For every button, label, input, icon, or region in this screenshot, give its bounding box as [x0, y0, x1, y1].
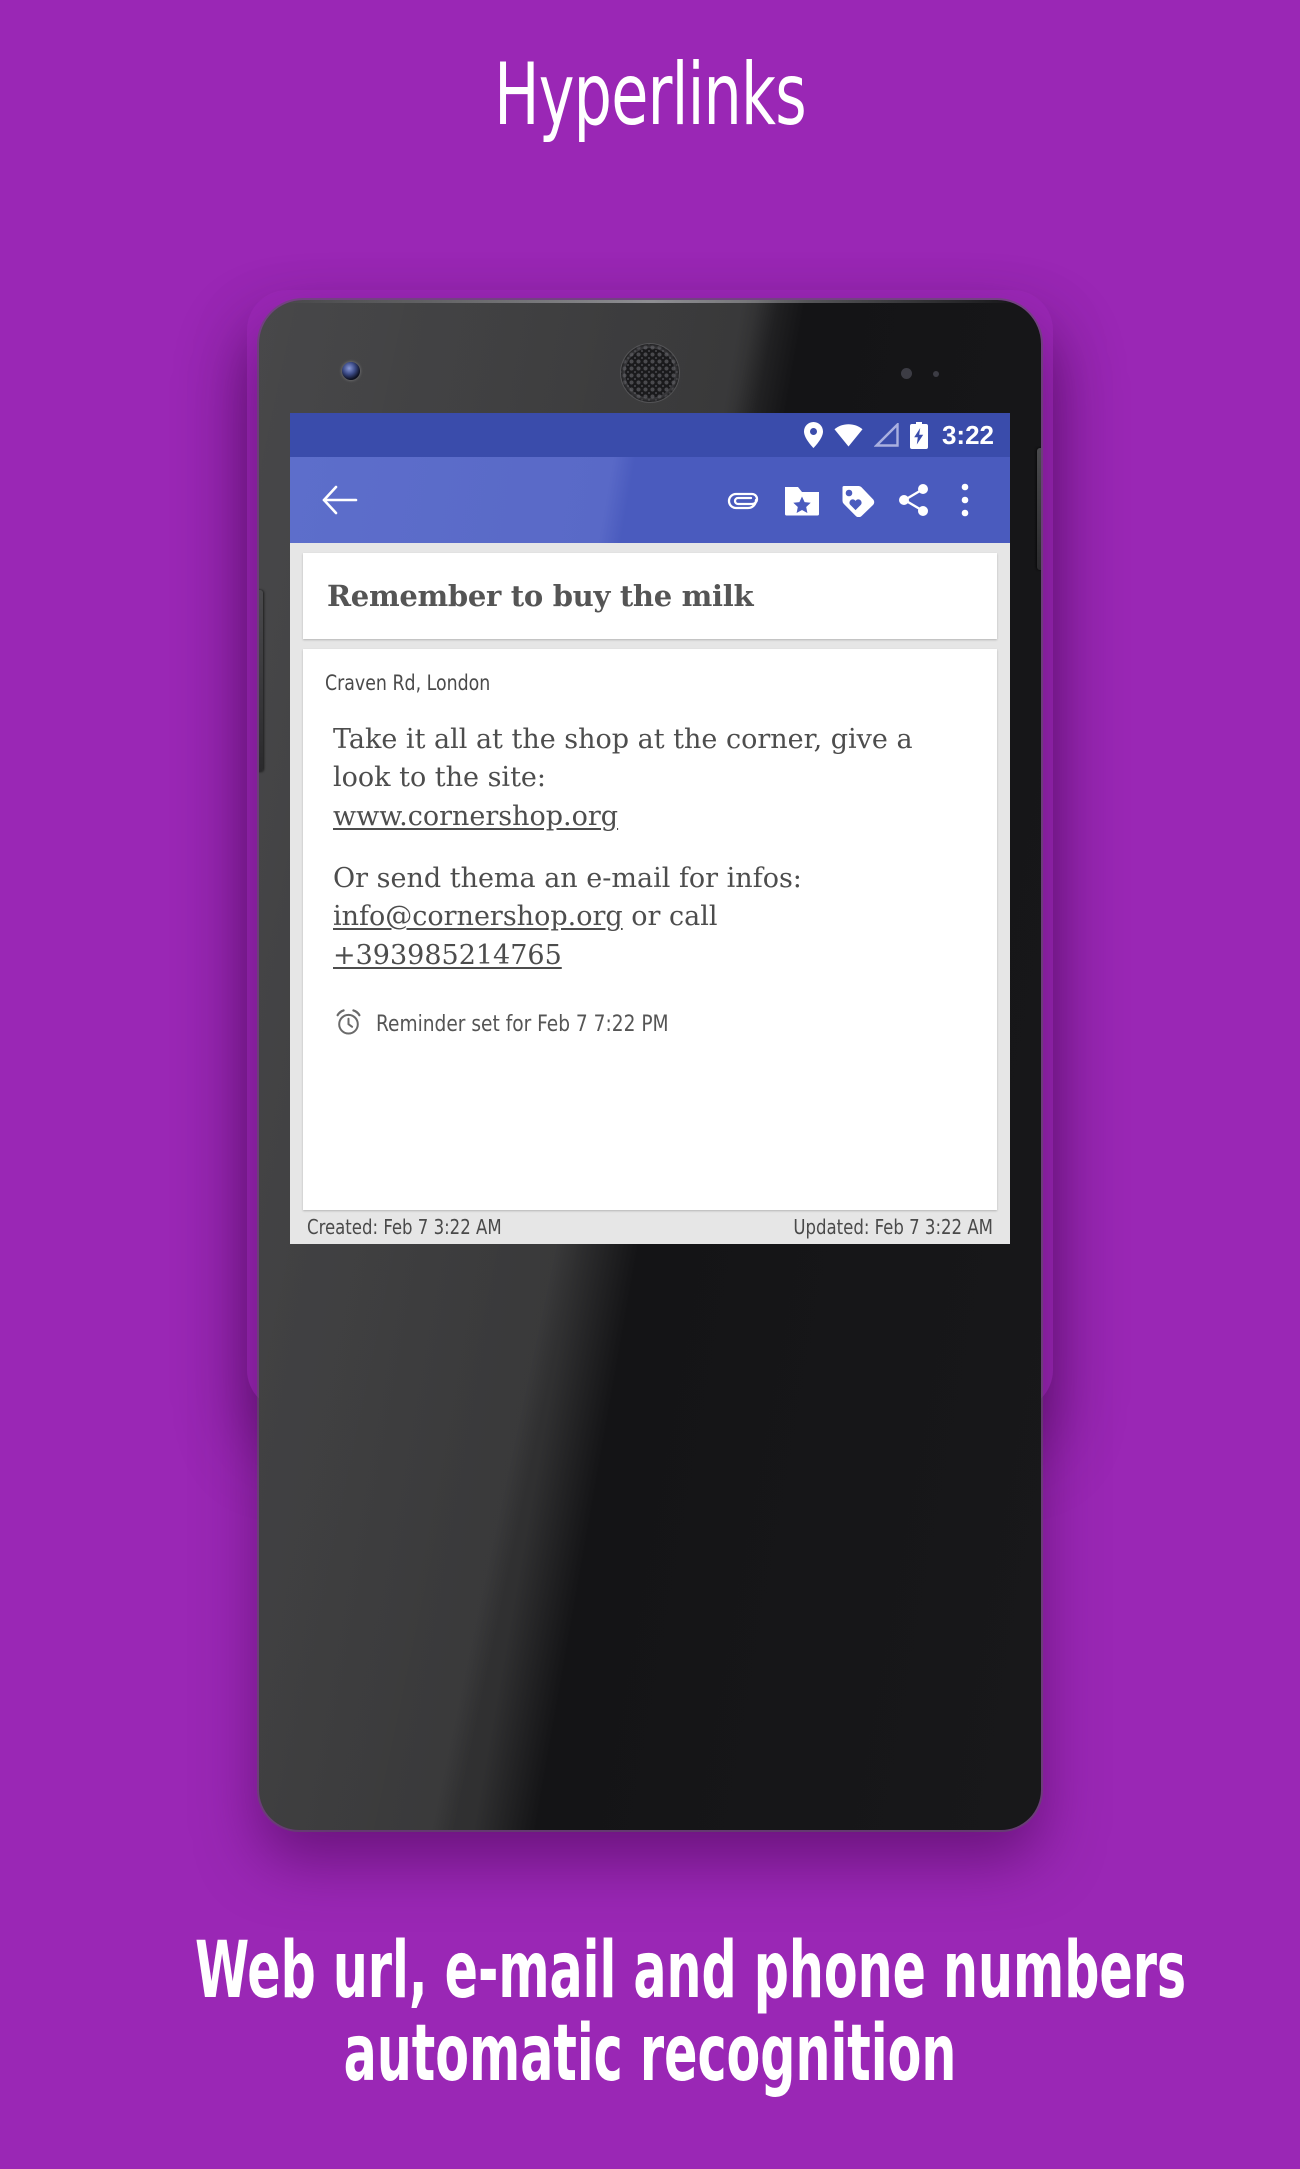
battery-charging-icon — [909, 421, 928, 449]
reminder-text: Reminder set for Feb 7 7:22 PM — [376, 1012, 669, 1038]
link-email[interactable]: info@cornershop.org — [333, 901, 623, 932]
note-text-content[interactable]: Take it all at the shop at the corner, g… — [325, 721, 975, 999]
status-bar-clock: 3:22 — [941, 419, 994, 450]
caption-line-2: automatic recognition — [343, 2009, 957, 2100]
phone-device: 3:22 Remember to buy the milk Craven Rd,… — [259, 300, 1041, 1830]
app-toolbar — [290, 457, 1010, 543]
proximity-sensor-icon — [901, 368, 953, 379]
note-body-card[interactable]: Craven Rd, London Take it all at the sho… — [303, 649, 997, 1210]
status-bar: 3:22 — [290, 413, 1010, 457]
note-area: Remember to buy the milk Craven Rd, Lond… — [290, 543, 1010, 1244]
wifi-icon — [834, 423, 863, 447]
reminder-row[interactable]: Reminder set for Feb 7 7:22 PM — [325, 1009, 975, 1041]
back-button[interactable] — [312, 472, 368, 528]
location-pin-icon — [803, 422, 823, 448]
note-title: Remember to buy the milk — [327, 579, 754, 613]
note-timestamps: Created: Feb 7 3:22 AM Updated: Feb 7 3:… — [303, 1210, 997, 1244]
link-phone[interactable]: +393985214765 — [333, 940, 562, 971]
note-paragraph-1: Take it all at the shop at the corner, g… — [333, 721, 975, 836]
paragraph-1-text: Take it all at the shop at the corner, g… — [333, 724, 913, 794]
caption-line-1: Web url, e-mail and phone numbers — [195, 1926, 1187, 2016]
phone-screen: 3:22 Remember to buy the milk Craven Rd,… — [290, 413, 1010, 1244]
note-paragraph-2: Or send thema an e-mail for infos: info@… — [333, 860, 975, 975]
earpiece-speaker-icon — [621, 344, 679, 402]
created-timestamp: Created: Feb 7 3:22 AM — [307, 1215, 502, 1239]
tag-icon[interactable] — [830, 472, 886, 528]
note-body-filler — [325, 1041, 975, 1210]
note-location: Craven Rd, London — [325, 671, 491, 695]
page-caption: Web url, e-mail and phone numbers automa… — [195, 1926, 1187, 2100]
updated-timestamp: Updated: Feb 7 3:22 AM — [793, 1215, 993, 1239]
volume-rocker-button[interactable] — [259, 590, 263, 772]
alarm-clock-icon — [335, 1009, 362, 1041]
paragraph-2-middle: or call — [622, 901, 718, 933]
attachment-icon[interactable] — [718, 472, 774, 528]
folder-star-icon[interactable] — [774, 472, 830, 528]
front-camera-icon — [342, 362, 360, 380]
overflow-menu-icon[interactable] — [942, 472, 988, 528]
page-title: Hyperlinks — [494, 45, 807, 145]
share-icon[interactable] — [886, 472, 942, 528]
power-button[interactable] — [1037, 448, 1041, 570]
signal-icon — [873, 423, 899, 447]
link-website[interactable]: www.cornershop.org — [333, 801, 618, 832]
note-title-card[interactable]: Remember to buy the milk — [303, 553, 997, 639]
paragraph-2-text: Or send thema an e-mail for infos: — [333, 862, 802, 894]
phone-top-edge — [277, 300, 1023, 303]
